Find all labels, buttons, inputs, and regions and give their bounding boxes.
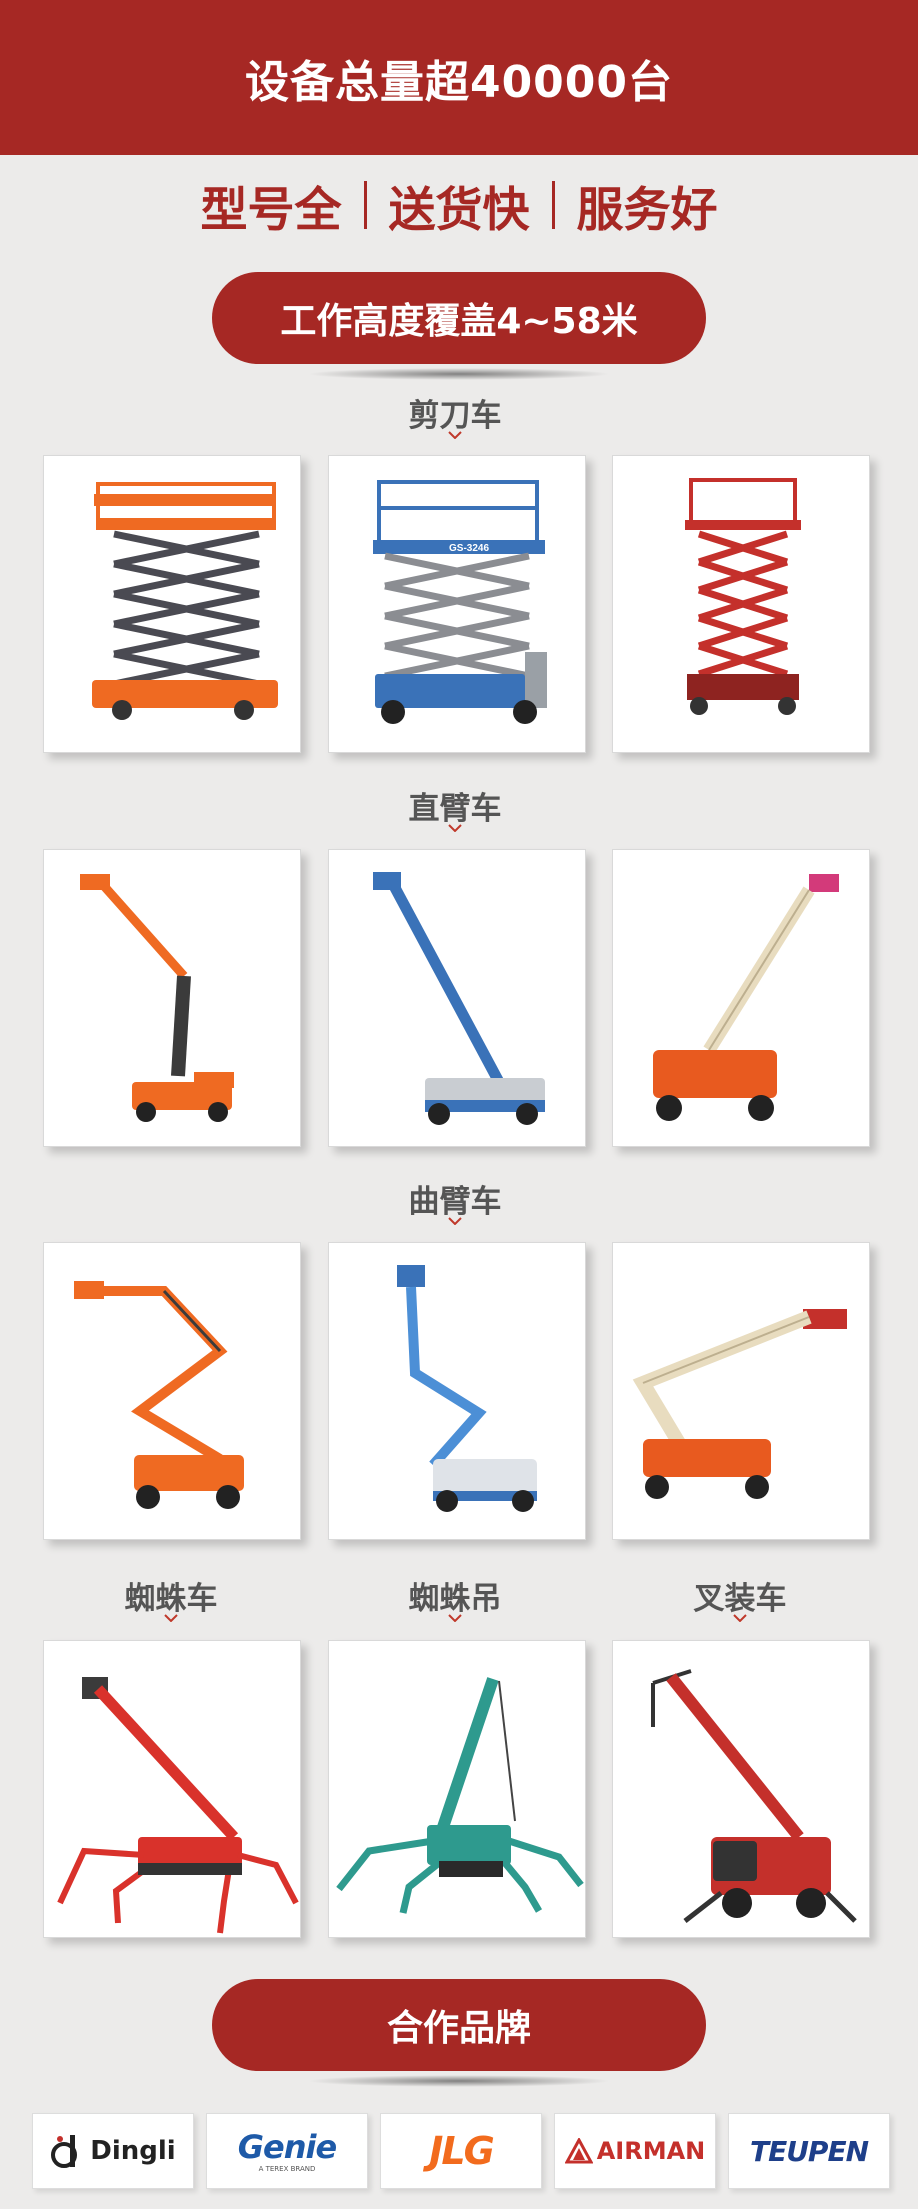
telehandler-image — [651, 1669, 857, 1923]
brand-name-teupen: TEUPEN — [749, 2134, 869, 2168]
chevron-down-icon — [164, 1614, 178, 1622]
straight-boom-orange-image — [80, 874, 234, 1122]
brand-name-genie: Genie — [237, 2128, 337, 2166]
category-title-scissor: 剪刀车 — [408, 398, 502, 434]
airman-triangle-icon — [564, 2138, 593, 2164]
slogan-item-2: 送货快 — [388, 182, 530, 238]
category-title-telehandler: 叉装车 — [693, 1581, 787, 1617]
card-telehandler[interactable] — [612, 1640, 870, 1938]
brand-logo-jlg[interactable]: JLG — [380, 2113, 542, 2189]
straight-boom-beige-image — [653, 874, 839, 1121]
brand-logo-airman[interactable]: AIRMAN — [554, 2113, 716, 2189]
card-straight-boom-orange[interactable] — [43, 849, 301, 1147]
brand-logo-genie[interactable]: Genie A TEREX BRAND — [206, 2113, 368, 2189]
height-pill-section: 工作高度覆盖4~58米 — [212, 272, 706, 380]
card-scissor-orange[interactable] — [43, 455, 301, 753]
scissor-lift-blue-image: GS-3246 — [373, 480, 547, 724]
slogan-divider — [363, 181, 367, 229]
slogan: 型号全 送货快 服务好 — [0, 172, 918, 238]
card-curved-boom-orange[interactable] — [43, 1242, 301, 1540]
dingli-emblem-icon — [51, 2135, 78, 2168]
partners-pill-section: 合作品牌 — [212, 1979, 706, 2087]
pill-shadow — [307, 2075, 611, 2087]
scissor-lift-red-image — [685, 478, 801, 715]
brand-name-dingli: Dingli — [90, 2136, 176, 2166]
chevron-down-icon — [448, 1614, 462, 1622]
brand-logo-dingli[interactable]: Dingli — [32, 2113, 194, 2189]
slogan-item-1: 型号全 — [200, 182, 342, 238]
slogan-item-3: 服务好 — [576, 182, 718, 238]
spider-crane-image — [336, 1677, 584, 1914]
chevron-down-icon — [448, 431, 462, 439]
card-curved-boom-blue[interactable] — [328, 1242, 586, 1540]
card-scissor-red[interactable] — [612, 455, 870, 753]
curved-boom-blue-image — [397, 1265, 537, 1512]
category-title-curved-boom: 曲臂车 — [408, 1184, 502, 1220]
card-straight-boom-blue[interactable] — [328, 849, 586, 1147]
chevron-down-icon — [733, 1614, 747, 1622]
straight-boom-blue-image — [373, 872, 545, 1125]
scissor-lift-orange-image — [92, 482, 278, 720]
chevron-down-icon — [448, 1217, 462, 1225]
spider-lift-image — [57, 1677, 299, 1934]
category-title-spider-crane: 蜘蛛吊 — [408, 1581, 502, 1617]
category-title-straight-boom: 直臂车 — [408, 791, 502, 827]
curved-boom-beige-image — [632, 1309, 847, 1499]
scissor-blue-model-label: GS-3246 — [449, 543, 489, 554]
brand-name-airman: AIRMAN — [596, 2137, 706, 2165]
brand-logo-row: Dingli Genie A TEREX BRAND JLG AIRMAN TE… — [32, 2113, 890, 2191]
curved-boom-orange-image — [74, 1281, 244, 1509]
partners-pill: 合作品牌 — [212, 1979, 706, 2071]
category-title-spider: 蜘蛛车 — [124, 1581, 218, 1617]
chevron-down-icon — [448, 824, 462, 832]
height-pill: 工作高度覆盖4~58米 — [212, 272, 706, 364]
slogan-divider — [551, 181, 555, 229]
card-straight-boom-beige[interactable] — [612, 849, 870, 1147]
brand-genie-sub: A TEREX BRAND — [258, 2165, 316, 2173]
card-curved-boom-beige[interactable] — [612, 1242, 870, 1540]
top-banner: 设备总量超40000台 — [0, 0, 918, 155]
pill-shadow — [307, 368, 611, 380]
card-spider-lift[interactable] — [43, 1640, 301, 1938]
brand-name-jlg: JLG — [429, 2129, 495, 2173]
brand-logo-teupen[interactable]: TEUPEN — [728, 2113, 890, 2189]
card-scissor-blue[interactable]: GS-3246 — [328, 455, 586, 753]
banner-title: 设备总量超40000台 — [244, 56, 674, 108]
card-spider-crane[interactable] — [328, 1640, 586, 1938]
